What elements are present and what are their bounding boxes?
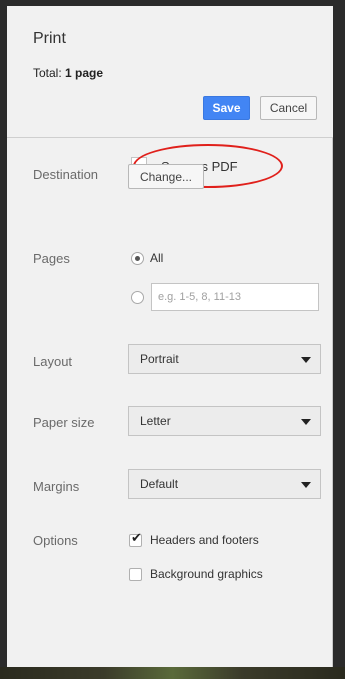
layout-label: Layout (33, 354, 73, 369)
frame-border-right (333, 0, 345, 679)
background-graphics-label: Background graphics (150, 567, 263, 581)
page-total: Total: 1 page (33, 66, 103, 80)
print-header: Print Total: 1 page Save Cancel (7, 6, 333, 138)
headers-footers-label: Headers and footers (150, 533, 259, 547)
radio-selected-dot (135, 256, 140, 261)
dialog-title: Print (33, 30, 66, 47)
pages-range-radio[interactable] (131, 291, 144, 304)
pages-all-label: All (150, 251, 164, 265)
pages-all-radio[interactable] (131, 252, 144, 265)
chevron-down-icon (301, 357, 311, 363)
total-prefix: Total: (33, 66, 66, 80)
layout-value: Portrait (140, 352, 179, 366)
frame-border-left (0, 0, 7, 679)
destination-label: Destination (33, 167, 99, 182)
pages-label: Pages (33, 251, 70, 266)
paper-size-value: Letter (140, 414, 171, 428)
margins-value: Default (140, 477, 179, 491)
cancel-button[interactable]: Cancel (260, 96, 317, 120)
change-destination-button[interactable]: Change... (128, 164, 204, 189)
margins-select[interactable]: Default (128, 469, 321, 499)
total-value: 1 page (65, 66, 104, 80)
print-dialog: Print Total: 1 page Save Cancel Destinat… (7, 6, 333, 667)
checkmark-icon: ✔ (131, 531, 142, 546)
paper-size-select[interactable]: Letter (128, 406, 321, 436)
frame-border-bottom (0, 667, 345, 679)
margins-label: Margins (33, 479, 80, 494)
paper-size-label: Paper size (33, 415, 95, 430)
pages-range-input[interactable] (151, 283, 319, 311)
chevron-down-icon (301, 482, 311, 488)
headers-footers-checkbox[interactable]: ✔ (129, 531, 142, 547)
screen-background: Print Total: 1 page Save Cancel Destinat… (0, 0, 345, 679)
chevron-down-icon (301, 419, 311, 425)
options-label: Options (33, 533, 78, 548)
save-button[interactable]: Save (203, 96, 250, 120)
background-graphics-checkbox[interactable] (129, 568, 142, 581)
layout-select[interactable]: Portrait (128, 344, 321, 374)
